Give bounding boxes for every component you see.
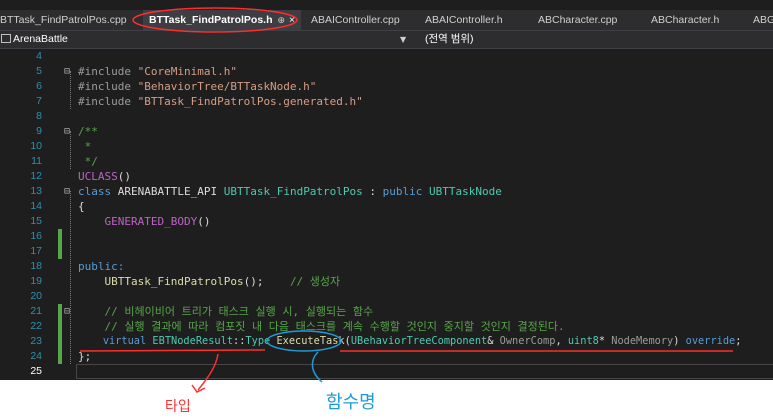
type-arrow xyxy=(197,353,219,391)
function-name-annotation-label: 함수명 xyxy=(326,392,376,413)
annotation-layer xyxy=(79,7,733,393)
function-name-ellipse xyxy=(266,330,342,352)
return-type-underline xyxy=(79,349,266,352)
type-annotation-label: 타입 xyxy=(165,399,191,415)
active-tab-highlight-ellipse xyxy=(132,7,298,33)
function-name-arrow xyxy=(311,351,323,383)
